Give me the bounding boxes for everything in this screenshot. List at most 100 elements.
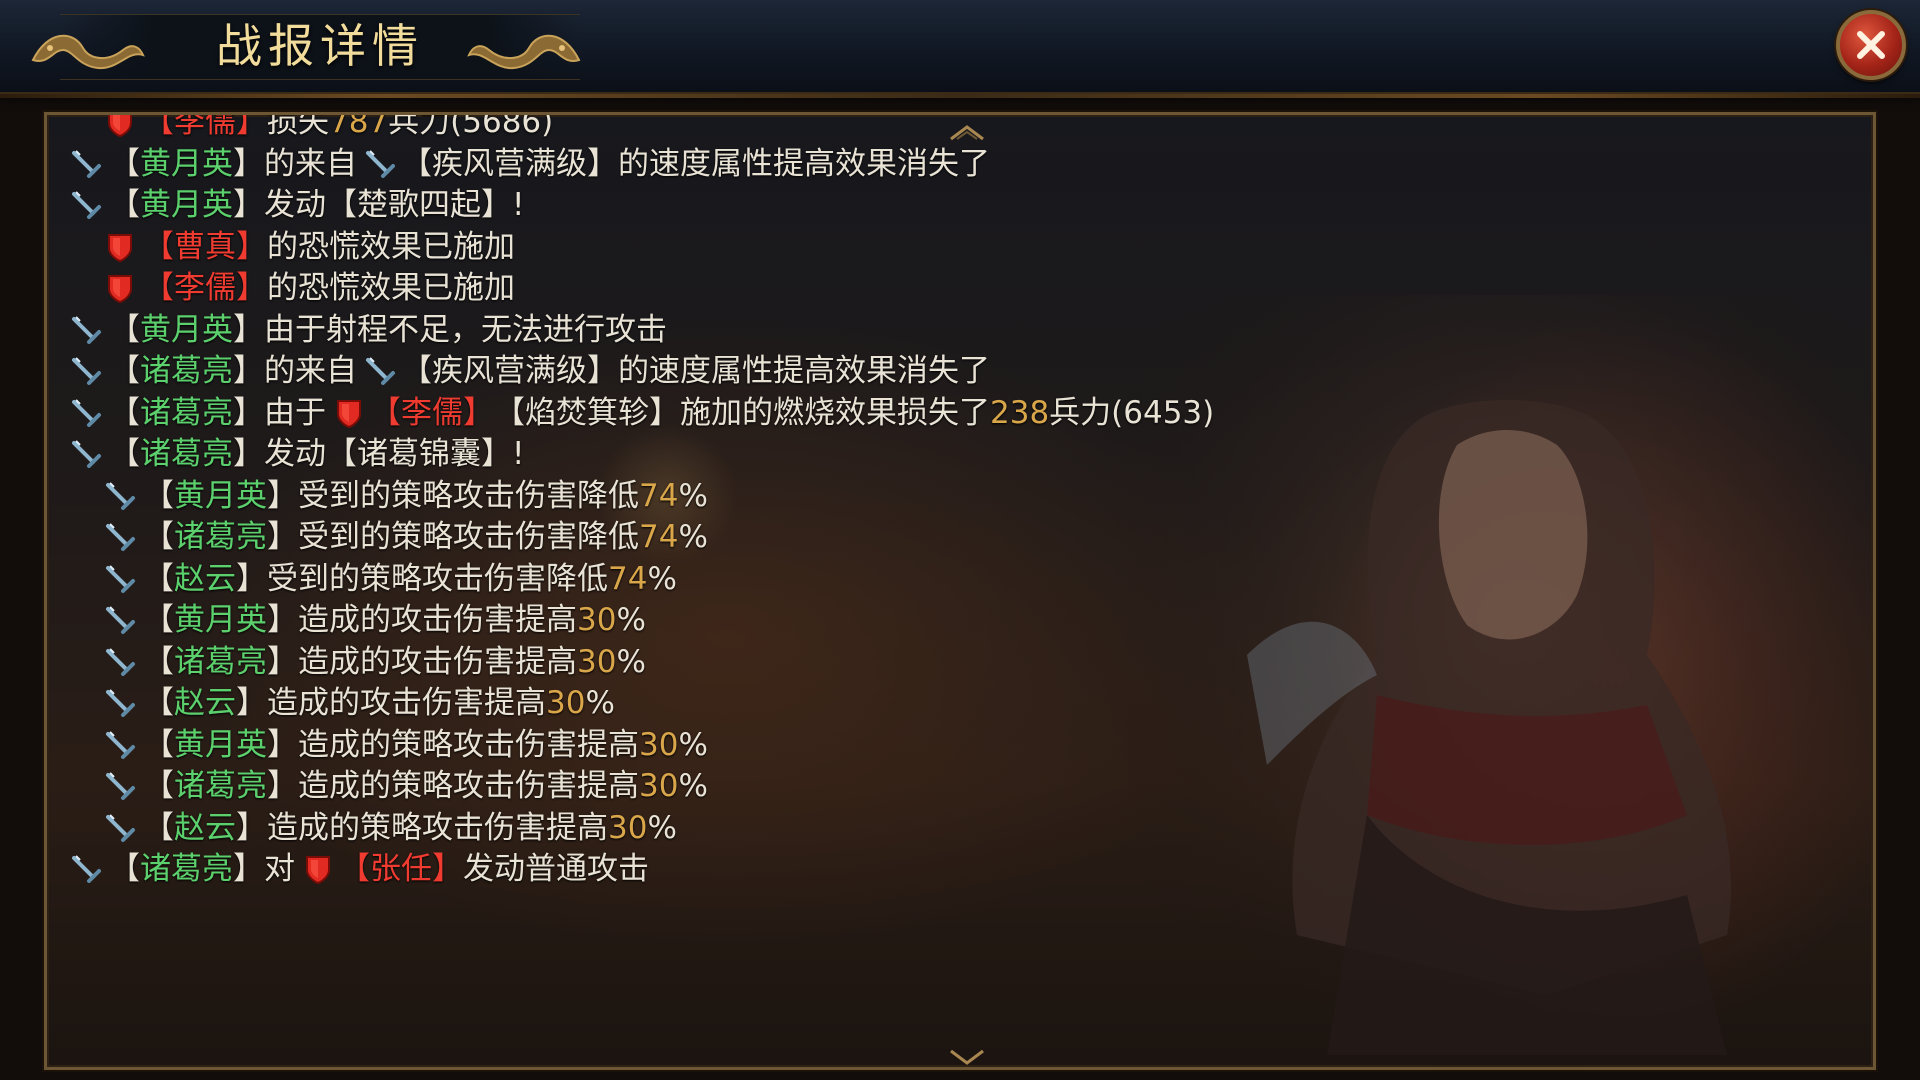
log-text: 】 bbox=[233, 353, 264, 389]
log-text: 】 bbox=[267, 768, 298, 804]
ally-name: 黄月英 bbox=[174, 477, 267, 514]
log-line: 【黄月英】发动【楚歌四起】! bbox=[69, 182, 524, 228]
log-line: 【黄月英】造成的策略攻击伤害提高 30% bbox=[103, 722, 708, 768]
ally-name: 黄月英 bbox=[174, 602, 267, 638]
log-text: % bbox=[678, 726, 708, 763]
log-text: 对 bbox=[264, 851, 295, 887]
log-line: 【诸葛亮】造成的策略攻击伤害提高 30% bbox=[103, 763, 708, 809]
page-title: 战报详情 bbox=[216, 19, 424, 73]
log-text: 【焰焚箕轸】施加的燃烧效果损失了 bbox=[494, 394, 990, 431]
log-text: 【 bbox=[143, 602, 174, 638]
sword-icon bbox=[69, 354, 103, 388]
log-text: 受到的策略攻击伤害降低 bbox=[298, 477, 639, 514]
log-text: 【 bbox=[143, 685, 174, 721]
log-text: % bbox=[616, 602, 646, 638]
enemy-name: 【 bbox=[143, 270, 174, 306]
log-text: 【疾风营满级】的速度属性提高效果消失了 bbox=[401, 145, 990, 182]
enemy-name: 】 bbox=[432, 851, 463, 887]
shield-icon bbox=[332, 396, 366, 430]
log-text: 兵力(6453) bbox=[1049, 394, 1215, 431]
sword-icon bbox=[69, 437, 103, 471]
value-number: 30 bbox=[639, 726, 679, 763]
ally-name: 诸葛亮 bbox=[174, 519, 267, 555]
log-text: 【 bbox=[143, 643, 174, 680]
dragon-ornament-right-icon bbox=[467, 34, 581, 70]
log-text: 【 bbox=[143, 809, 174, 846]
log-text: 】 bbox=[267, 602, 298, 638]
enemy-name: 】 bbox=[236, 228, 267, 265]
log-text: 的恐慌效果已施加 bbox=[267, 270, 515, 306]
log-line: 【诸葛亮】由于【李儒】【焰焚箕轸】施加的燃烧效果损失了 238 兵力(6453) bbox=[69, 390, 1214, 436]
log-text: 】 bbox=[233, 145, 264, 182]
log-text: 】 bbox=[233, 436, 264, 472]
log-text: 发动【楚歌四起】! bbox=[264, 187, 525, 223]
log-text: 由于射程不足，无法进行攻击 bbox=[264, 311, 667, 348]
sword-icon bbox=[103, 520, 137, 554]
log-text: 】 bbox=[233, 311, 264, 348]
sword-icon bbox=[103, 479, 137, 513]
log-text: 】 bbox=[267, 519, 298, 555]
ally-name: 诸葛亮 bbox=[174, 768, 267, 804]
log-text: 造成的攻击伤害提高 bbox=[298, 602, 577, 638]
sword-icon bbox=[103, 811, 137, 845]
close-icon bbox=[1857, 31, 1885, 59]
log-line: 【黄月英】由于射程不足，无法进行攻击 bbox=[69, 307, 667, 353]
log-text: 受到的策略攻击伤害降低 bbox=[298, 519, 639, 555]
log-text: % bbox=[647, 560, 677, 597]
ally-name: 诸葛亮 bbox=[140, 394, 233, 431]
log-text: 【 bbox=[109, 394, 140, 431]
ally-name: 诸葛亮 bbox=[140, 436, 233, 472]
battle-log[interactable]: 【李儒】损失 787 兵力(5686) 【黄月英】的来自 【疾风营满级】的速度属性提高效… bbox=[47, 115, 1447, 1067]
log-line: 【李儒】的恐慌效果已施加 bbox=[103, 265, 515, 311]
enemy-name: 【 bbox=[339, 851, 370, 887]
log-text: 【 bbox=[143, 768, 174, 804]
enemy-name: 曹真 bbox=[174, 228, 236, 265]
ally-name: 诸葛亮 bbox=[140, 353, 233, 389]
battle-report-panel[interactable]: 【李儒】损失 787 兵力(5686) 【黄月英】的来自 【疾风营满级】的速度属性提高效… bbox=[44, 112, 1876, 1070]
log-text: 造成的策略攻击伤害提高 bbox=[267, 809, 608, 846]
ally-name: 赵云 bbox=[174, 809, 236, 846]
log-line: 【赵云】造成的策略攻击伤害提高 30% bbox=[103, 805, 677, 851]
log-line: 【诸葛亮】发动【诸葛锦囊】! bbox=[69, 431, 524, 477]
sword-icon bbox=[103, 686, 137, 720]
log-line: 【赵云】受到的策略攻击伤害降低 74% bbox=[103, 556, 677, 602]
log-text: 【 bbox=[143, 560, 174, 597]
ally-name: 赵云 bbox=[174, 685, 236, 721]
log-line: 【诸葛亮】对【张任】发动普通攻击 bbox=[69, 846, 649, 892]
ally-name: 诸葛亮 bbox=[174, 643, 267, 680]
log-text: 【 bbox=[109, 436, 140, 472]
log-text: 】 bbox=[233, 187, 264, 223]
value-number: 30 bbox=[577, 602, 617, 638]
sword-icon bbox=[363, 354, 397, 388]
log-text: 造成的攻击伤害提高 bbox=[298, 643, 577, 680]
shield-icon bbox=[301, 852, 335, 886]
dragon-ornament-left-icon bbox=[31, 34, 145, 70]
log-text: 造成的策略攻击伤害提高 bbox=[298, 768, 639, 804]
value-number: 74 bbox=[608, 560, 648, 597]
log-text: 的来自 bbox=[264, 145, 357, 182]
log-text: 】 bbox=[233, 851, 264, 887]
value-number: 30 bbox=[608, 809, 648, 846]
shield-icon bbox=[103, 271, 137, 305]
enemy-name: 【 bbox=[143, 228, 174, 265]
sword-icon bbox=[103, 728, 137, 762]
log-text: 】 bbox=[233, 394, 264, 431]
ally-name: 诸葛亮 bbox=[140, 851, 233, 887]
log-line: 【黄月英】受到的策略攻击伤害降低 74% bbox=[103, 473, 708, 519]
ally-name: 黄月英 bbox=[140, 187, 233, 223]
log-text: 【疾风营满级】的速度属性提高效果消失了 bbox=[401, 353, 990, 389]
log-text: 的来自 bbox=[264, 353, 357, 389]
enemy-name: 】 bbox=[236, 270, 267, 306]
log-text: % bbox=[585, 685, 615, 721]
enemy-name: 李儒 bbox=[401, 394, 463, 431]
log-text: 【 bbox=[143, 726, 174, 763]
log-line: 【诸葛亮】受到的策略攻击伤害降低 74% bbox=[103, 514, 708, 560]
scroll-down-icon[interactable] bbox=[947, 1049, 987, 1067]
sword-icon bbox=[69, 313, 103, 347]
log-text: 受到的策略攻击伤害降低 bbox=[267, 560, 608, 597]
sword-icon bbox=[69, 396, 103, 430]
close-button[interactable] bbox=[1836, 10, 1906, 80]
log-text: 】 bbox=[267, 643, 298, 680]
shield-icon bbox=[103, 230, 137, 264]
log-line: 【诸葛亮】的来自 【疾风营满级】的速度属性提高效果消失了 bbox=[69, 348, 990, 394]
